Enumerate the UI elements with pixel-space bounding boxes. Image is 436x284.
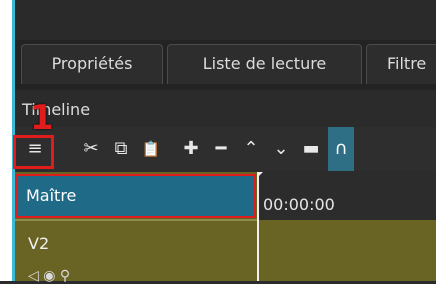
- track-divider: [15, 219, 258, 221]
- tab-playlist[interactable]: Liste de lecture: [167, 44, 362, 84]
- lift-icon[interactable]: ⌃: [238, 127, 264, 171]
- track-label-v2: V2: [28, 234, 50, 253]
- overwrite-icon[interactable]: ⌄: [268, 127, 294, 171]
- ruler-timecode: 00:00:00: [263, 195, 335, 214]
- track-label-master: Maître: [26, 186, 77, 205]
- split-icon[interactable]: ▬: [298, 127, 324, 171]
- tab-properties[interactable]: Propriétés: [21, 44, 163, 84]
- cut-icon[interactable]: ✂: [78, 127, 104, 171]
- playhead-marker: [257, 172, 263, 178]
- tab-filters[interactable]: Filtre: [366, 44, 436, 84]
- add-icon[interactable]: ✚: [178, 127, 204, 171]
- playhead[interactable]: [257, 172, 259, 281]
- window-top-strip: [0, 0, 436, 44]
- timeline-toolbar: ≡ ✂ ⧉ 📋 ✚ ━ ⌃ ⌄ ▬ ∩: [15, 127, 436, 171]
- copy-icon[interactable]: ⧉: [108, 127, 134, 171]
- track-control-icons[interactable]: ◁ ◉ ⚲: [28, 268, 148, 284]
- snap-icon[interactable]: ∩: [328, 127, 354, 171]
- step-badge: 1: [30, 98, 54, 138]
- dock-tabbar: Propriétés Liste de lecture Filtre: [15, 40, 436, 90]
- left-edge-margin: [0, 0, 12, 281]
- paste-icon[interactable]: 📋: [138, 127, 164, 171]
- remove-icon[interactable]: ━: [208, 127, 234, 171]
- menu-button-highlight: [13, 135, 54, 169]
